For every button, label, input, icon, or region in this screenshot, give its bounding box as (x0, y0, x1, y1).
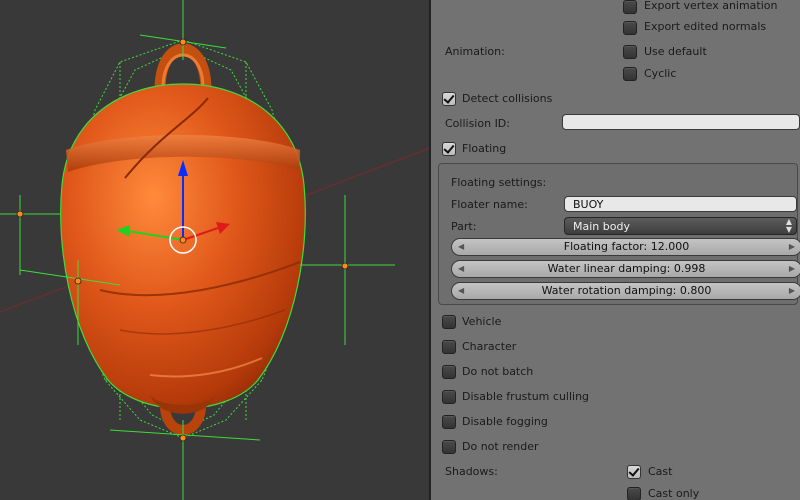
do-not-render-label: Do not render (462, 440, 539, 453)
floating-factor-slider[interactable]: ◀ Floating factor: 12.000 ▶ (451, 238, 800, 256)
export-edited-normals-label: Export edited normals (644, 20, 767, 33)
export-vertex-animation-checkbox[interactable] (623, 0, 637, 14)
option-row-disable-fogging[interactable]: Disable fogging (431, 413, 800, 433)
use-default-label: Use default (644, 45, 707, 58)
cyclic-checkbox[interactable] (623, 67, 637, 81)
part-dropdown[interactable]: Main body ▲ ▼ (564, 217, 797, 235)
disable-fogging-checkbox[interactable] (442, 415, 456, 429)
option-row-character[interactable]: Character (431, 338, 800, 358)
3d-viewport[interactable] (0, 0, 430, 500)
floating-row[interactable]: Floating (431, 140, 800, 160)
cast-checkbox[interactable] (627, 465, 641, 479)
option-row-do-not-batch[interactable]: Do not batch (431, 363, 800, 383)
cyclic-row[interactable]: Cyclic (431, 65, 800, 85)
decrement-arrow-icon[interactable]: ◀ (458, 261, 464, 277)
option-row-do-not-render[interactable]: Do not render (431, 438, 800, 458)
character-label: Character (462, 340, 517, 353)
do-not-render-checkbox[interactable] (442, 440, 456, 454)
gizmo-center-dot (179, 236, 187, 244)
export-edited-normals-checkbox[interactable] (623, 21, 637, 35)
increment-arrow-icon[interactable]: ▶ (789, 261, 795, 277)
character-checkbox[interactable] (442, 340, 456, 354)
water-linear-damping-text: Water linear damping: 0.998 (547, 262, 706, 275)
disable-frustum-culling-checkbox[interactable] (442, 390, 456, 404)
decrement-arrow-icon[interactable]: ◀ (458, 239, 464, 255)
vehicle-checkbox[interactable] (442, 315, 456, 329)
cast-only-checkbox[interactable] (627, 487, 641, 500)
disable-frustum-culling-label: Disable frustum culling (462, 390, 590, 403)
use-default-row[interactable]: Use default (431, 43, 800, 63)
disable-fogging-label: Disable fogging (462, 415, 548, 428)
floating-label: Floating (462, 142, 507, 155)
detect-collisions-label: Detect collisions (462, 92, 553, 105)
floater-name-value: BUOY (573, 198, 604, 211)
increment-arrow-icon[interactable]: ▶ (789, 239, 795, 255)
floating-settings-title: Floating settings: (451, 176, 547, 189)
use-default-checkbox[interactable] (623, 45, 637, 59)
floating-factor-text: Floating factor: 12.000 (563, 240, 690, 253)
detect-collisions-row[interactable]: Detect collisions (431, 90, 800, 110)
do-not-batch-label: Do not batch (462, 365, 534, 378)
water-rotation-damping-text: Water rotation damping: 0.800 (541, 284, 712, 297)
detect-collisions-checkbox[interactable] (442, 92, 456, 106)
floater-name-input[interactable]: BUOY (564, 196, 797, 212)
updown-arrows-icon: ▲ ▼ (785, 217, 792, 234)
export-vertex-animation-row[interactable]: Export vertex animation (431, 0, 800, 17)
increment-arrow-icon[interactable]: ▶ (789, 283, 795, 299)
collision-id-label: Collision ID: (445, 117, 510, 130)
properties-panel: Export vertex animation Export edited no… (431, 0, 800, 500)
option-row-disable-frustum-culling[interactable]: Disable frustum culling (431, 388, 800, 408)
floating-settings-box: Floating settings: Floater name: BUOY Pa… (438, 163, 800, 305)
part-label: Part: (451, 220, 477, 233)
part-value: Main body (573, 220, 630, 233)
cyclic-label: Cyclic (644, 67, 677, 80)
floater-name-label: Floater name: (451, 198, 528, 211)
cast-label: Cast (648, 465, 673, 478)
decrement-arrow-icon[interactable]: ◀ (458, 283, 464, 299)
export-vertex-animation-label: Export vertex animation (644, 0, 778, 12)
cast-only-row[interactable]: Cast only (431, 485, 800, 500)
floating-checkbox[interactable] (442, 142, 456, 156)
viewport-canvas[interactable] (0, 0, 430, 500)
export-edited-normals-row[interactable]: Export edited normals (431, 19, 800, 39)
water-rotation-damping-slider[interactable]: ◀ Water rotation damping: 0.800 ▶ (451, 282, 800, 300)
do-not-batch-checkbox[interactable] (442, 365, 456, 379)
cast-row[interactable]: Cast (431, 463, 800, 483)
option-row-vehicle[interactable]: Vehicle (431, 313, 800, 333)
vehicle-label: Vehicle (462, 315, 502, 328)
water-linear-damping-slider[interactable]: ◀ Water linear damping: 0.998 ▶ (451, 260, 800, 278)
collision-id-input[interactable] (562, 114, 800, 130)
cast-only-label: Cast only (648, 487, 700, 500)
